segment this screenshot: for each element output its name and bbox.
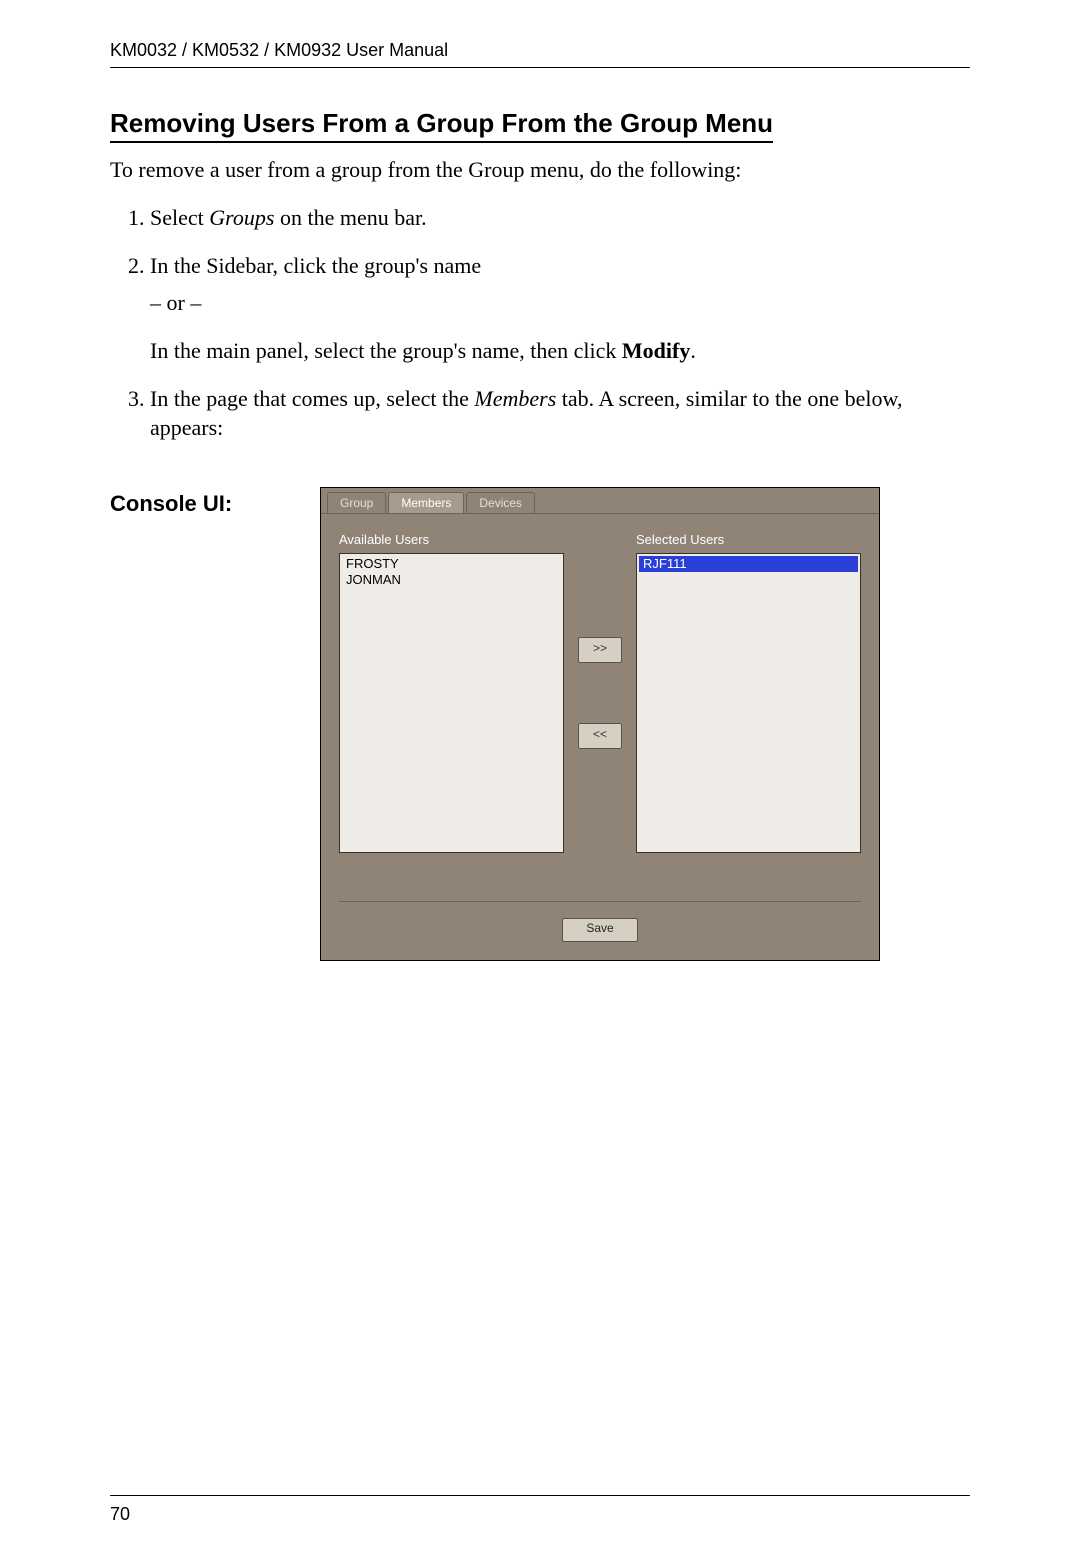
section-title: Removing Users From a Group From the Gro… (110, 108, 773, 143)
step2-line2-bold: Modify (622, 338, 690, 363)
step2-line2: In the main panel, select the group's na… (150, 336, 970, 366)
selected-column: Selected Users RJF111 (636, 532, 861, 853)
step2-line1: In the Sidebar, click the group's name (150, 251, 970, 281)
intro-text: To remove a user from a group from the G… (110, 157, 970, 183)
move-right-button[interactable]: >> (578, 637, 622, 663)
steps-list: Select Groups on the menu bar. In the Si… (110, 203, 970, 461)
list-item[interactable]: RJF111 (639, 556, 858, 572)
step2-line2-suffix: . (690, 338, 696, 363)
selected-users-list[interactable]: RJF111 (636, 553, 861, 853)
tab-devices[interactable]: Devices (466, 492, 535, 513)
step2-or: – or – (150, 288, 970, 318)
step1-suffix: on the menu bar. (274, 205, 426, 230)
step-2: In the Sidebar, click the group's name –… (150, 251, 970, 366)
console-ui-label: Console UI: (110, 487, 320, 517)
page-number: 70 (110, 1504, 130, 1524)
step-3: In the page that comes up, select the Me… (150, 384, 970, 443)
tab-group[interactable]: Group (327, 492, 386, 513)
tab-bar: Group Members Devices (321, 488, 879, 514)
available-column: Available Users FROSTY JONMAN (339, 532, 564, 853)
footer: 70 (110, 1495, 970, 1525)
step3-prefix: In the page that comes up, select the (150, 386, 474, 411)
move-left-button[interactable]: << (578, 723, 622, 749)
step-1: Select Groups on the menu bar. (150, 203, 970, 233)
step2-line2-prefix: In the main panel, select the group's na… (150, 338, 622, 363)
available-label: Available Users (339, 532, 564, 547)
tab-members[interactable]: Members (388, 492, 464, 513)
list-item[interactable]: JONMAN (342, 572, 561, 588)
selected-label: Selected Users (636, 532, 861, 547)
transfer-buttons: >> << (578, 543, 622, 843)
available-users-list[interactable]: FROSTY JONMAN (339, 553, 564, 853)
running-header: KM0032 / KM0532 / KM0932 User Manual (110, 40, 970, 68)
step3-em: Members (474, 386, 556, 411)
console-ui-screenshot: Group Members Devices Available Users FR… (320, 487, 880, 961)
step1-prefix: Select (150, 205, 209, 230)
save-button[interactable]: Save (562, 918, 638, 942)
list-item[interactable]: FROSTY (342, 556, 561, 572)
step1-em: Groups (209, 205, 274, 230)
